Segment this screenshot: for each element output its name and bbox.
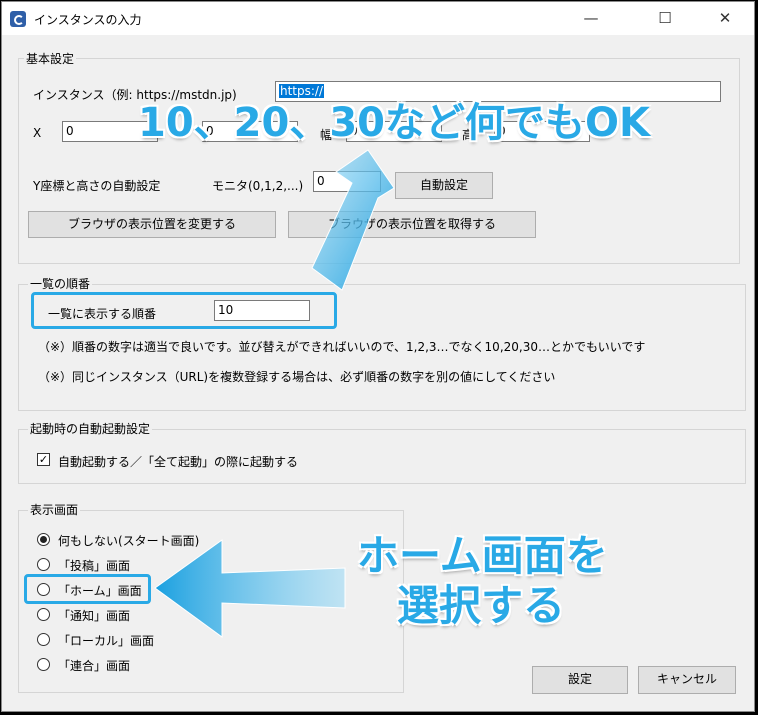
order-caption: 10、20、30など何でもOK xyxy=(138,100,650,146)
home-caption-line2: 選択する xyxy=(397,581,566,630)
home-arrow-icon xyxy=(154,539,346,638)
order-arrow-icon xyxy=(311,149,395,291)
